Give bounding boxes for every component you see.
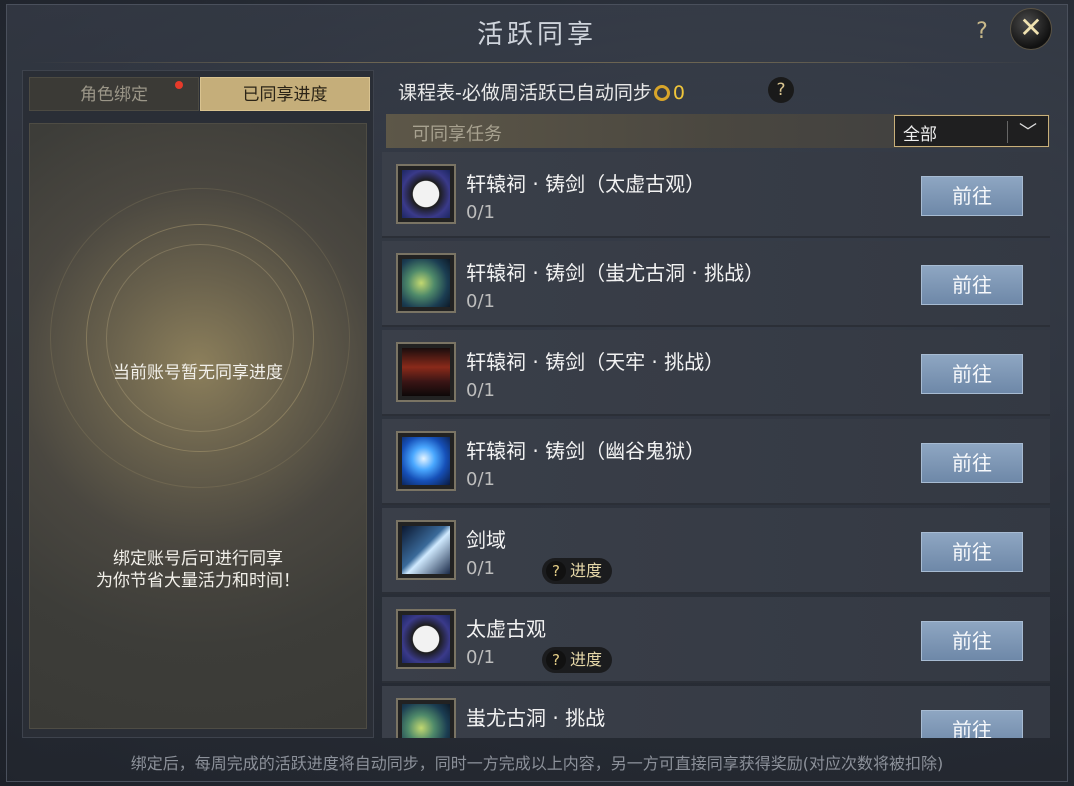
empty-progress-text: 当前账号暂无同享进度 (113, 363, 283, 383)
go-button[interactable]: 前往 (921, 176, 1023, 216)
task-count: 0/1 (466, 202, 495, 223)
sync-status-text: 课程表-必做周活跃已自动同步 (398, 82, 652, 104)
help-icon[interactable]: ? (968, 18, 996, 46)
task-list[interactable]: 轩辕祠 · 铸剑（太虚古观） 0/1 前往 轩辕祠 · 铸剑（蚩尤古洞 · 挑战… (382, 152, 1050, 738)
task-name: 轩辕祠 · 铸剑（蚩尤古洞 · 挑战） (466, 261, 765, 285)
progress-label: 进度 (570, 561, 603, 580)
task-count: 0/1 (466, 469, 495, 490)
go-button[interactable]: 前往 (921, 265, 1023, 305)
dragon-icon (396, 253, 456, 313)
chevron-down-icon: ﹀ (1019, 122, 1037, 143)
task-name: 轩辕祠 · 铸剑（幽谷鬼狱） (466, 439, 706, 463)
progress-button[interactable]: ? 进度 (542, 558, 613, 584)
bind-hint-line-2: 为你节省大量活力和时间！ (96, 571, 300, 591)
sync-help-icon[interactable]: ? (768, 77, 794, 103)
title-divider (30, 62, 1044, 63)
task-row: 轩辕祠 · 铸剑（天牢 · 挑战） 0/1 前往 (382, 330, 1050, 416)
question-icon: ? (546, 561, 566, 581)
task-count: 0/1 (466, 291, 495, 312)
task-name: 轩辕祠 · 铸剑（天牢 · 挑战） (466, 350, 725, 374)
dropdown-separator (1007, 121, 1008, 143)
task-row: 轩辕祠 · 铸剑（太虚古观） 0/1 前往 (382, 152, 1050, 238)
progress-button[interactable]: ? 进度 (542, 647, 613, 673)
task-count: 0/1 (466, 558, 495, 579)
dropdown-selected: 全部 (903, 125, 937, 145)
go-button[interactable]: 前往 (921, 710, 1023, 738)
filter-label: 可同享任务 (412, 124, 502, 145)
task-count: 0/1 (466, 380, 495, 401)
sword-icon (396, 520, 456, 580)
sync-count: 0 (672, 82, 685, 104)
taiji-icon (396, 609, 456, 669)
temple-icon (396, 342, 456, 402)
tab-role-binding[interactable]: 角色绑定 (29, 77, 199, 111)
bind-hint-text: 绑定账号后可进行同享 为你节省大量活力和时间！ (30, 548, 366, 592)
window-title: 活跃同享 (476, 20, 597, 50)
task-name: 太虚古观 (466, 617, 546, 641)
orb-icon (396, 431, 456, 491)
task-row: 蚩尤古洞 · 挑战 前往 (382, 686, 1050, 738)
sync-status: 课程表-必做周活跃已自动同步 0 (398, 78, 685, 105)
go-button[interactable]: 前往 (921, 354, 1023, 394)
left-panel: 角色绑定 已同享进度 当前账号暂无同享进度 绑定账号后可进行同享 为你节省大量活… (22, 70, 374, 738)
taiji-icon (396, 164, 456, 224)
bind-hint-line-1: 绑定账号后可进行同享 (113, 549, 283, 569)
task-row: 剑域 0/1 ? 进度 前往 (382, 508, 1050, 594)
shared-progress-card: 当前账号暂无同享进度 绑定账号后可进行同享 为你节省大量活力和时间！ (29, 123, 367, 729)
task-row: 轩辕祠 · 铸剑（蚩尤古洞 · 挑战） 0/1 前往 (382, 241, 1050, 327)
task-row: 轩辕祠 · 铸剑（幽谷鬼狱） 0/1 前往 (382, 419, 1050, 505)
progress-label: 进度 (570, 650, 603, 669)
footer-note: 绑定后，每周完成的活跃进度将自动同步，同时一方完成以上内容，另一方可直接同享获得… (130, 754, 944, 773)
close-button[interactable]: ✕ (1010, 8, 1052, 50)
notification-dot (175, 81, 183, 89)
task-count: 0/1 (466, 647, 495, 668)
task-filter-dropdown[interactable]: 全部 ﹀ (894, 115, 1049, 147)
go-button[interactable]: 前往 (921, 532, 1023, 572)
task-name: 轩辕祠 · 铸剑（太虚古观） (466, 172, 706, 196)
decorative-ring-inner (106, 244, 294, 432)
task-name: 剑域 (466, 528, 506, 552)
question-icon: ? (546, 650, 566, 670)
go-button[interactable]: 前往 (921, 621, 1023, 661)
task-row: 太虚古观 0/1 ? 进度 前往 (382, 597, 1050, 683)
dragon-icon (396, 698, 456, 738)
go-button[interactable]: 前往 (921, 443, 1023, 483)
coin-icon (653, 85, 670, 101)
task-name: 蚩尤古洞 · 挑战 (466, 706, 606, 730)
tab-shared-progress[interactable]: 已同享进度 (200, 77, 370, 111)
